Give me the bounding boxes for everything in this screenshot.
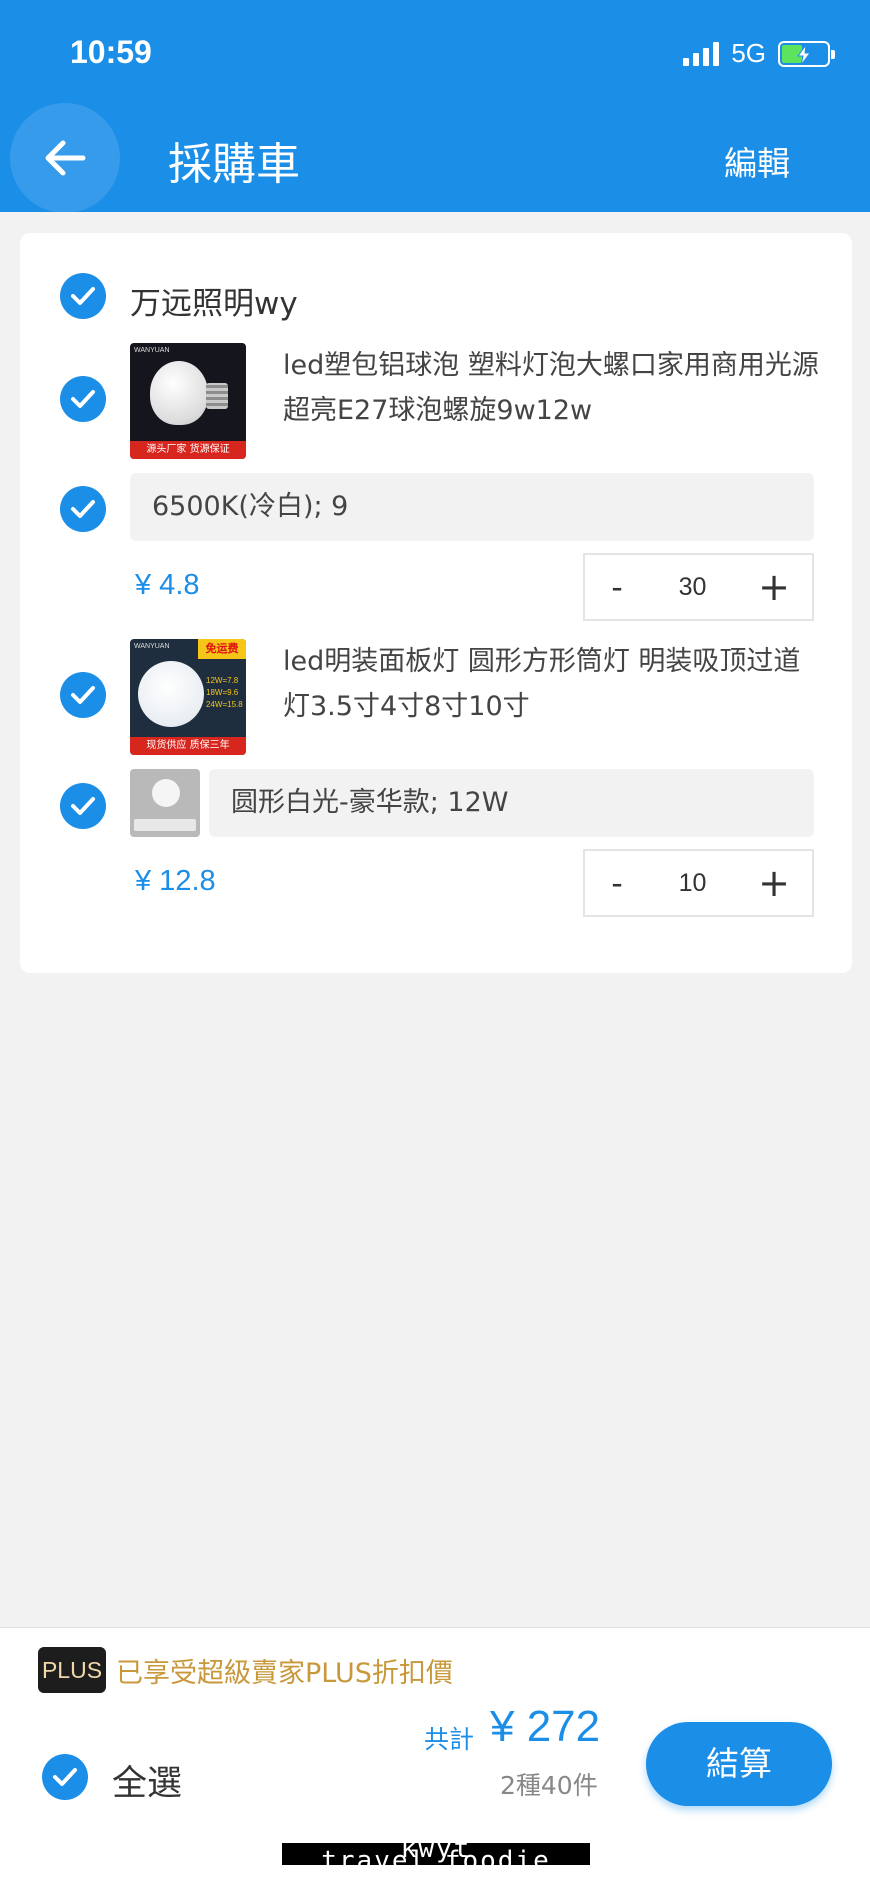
checkmark-icon [71,390,95,408]
product-thumbnail[interactable]: WANYUAN 源头厂家 货源保证 [130,343,246,459]
select-all-checkbox[interactable] [42,1754,88,1800]
variant-checkbox[interactable] [60,486,106,532]
thumbnail-brand: WANYUAN [134,347,170,354]
product-price: ¥ 4.8 [135,569,200,601]
checkmark-icon [53,1768,77,1786]
battery-icon [778,40,835,67]
variant-strip-image [134,819,196,831]
total-label: 共計 [424,1725,475,1754]
bulb-image [150,361,208,425]
product-thumbnail[interactable]: WANYUAN 免运费 12W=7.8 18W=9.6 24W=15.8 现货供… [130,639,246,755]
product-price: ¥ 12.8 [135,865,216,897]
page-title: 採購車 [168,139,300,190]
product-title[interactable]: led塑包铝球泡 塑料灯泡大螺口家用商用光源超亮E27球泡螺旋9w12w [283,343,823,433]
bulb-base-image [206,383,228,409]
product-title[interactable]: led明装面板灯 圆形方形筒灯 明装吸顶过道灯3.5寸4寸8寸10寸 [283,639,823,729]
select-all-label[interactable]: 全選 [112,1755,182,1806]
arrow-left-icon [45,140,86,176]
panel-light-image [152,779,180,807]
increase-button[interactable]: + [736,861,812,905]
watermark: kwyt travel.foodie [282,1843,590,1865]
variant-selector[interactable]: 圆形白光-豪华款; 12W [209,769,814,837]
edit-button[interactable]: 編輯 [724,137,790,185]
quantity-stepper: - 30 + [583,553,814,621]
thumbnail-brand: WANYUAN [134,643,170,650]
status-indicators: 5G [683,38,835,69]
thumbnail-ribbon: 现货供应 质保三年 [130,737,246,755]
thumbnail-promo: 免运费 [198,639,246,659]
plus-discount-text: 已享受超級賣家PLUS折扣價 [116,1658,453,1689]
checkmark-icon [71,797,95,815]
quantity-stepper: - 10 + [583,849,814,917]
plus-badge: PLUS [38,1647,106,1693]
thumbnail-specs: 12W=7.8 18W=9.6 24W=15.8 [206,676,243,709]
variant-checkbox[interactable] [60,783,106,829]
total-count: 2種40件 [500,1771,598,1800]
shop-checkbox[interactable] [60,273,106,319]
signal-icon [683,41,720,66]
thumbnail-ribbon: 源头厂家 货源保证 [130,441,246,459]
total-amount: ¥ 272 [490,1702,601,1751]
back-button[interactable] [10,103,120,213]
increase-button[interactable]: + [736,565,812,609]
decrease-button[interactable]: - [585,864,649,902]
product-checkbox[interactable] [60,376,106,422]
quantity-value[interactable]: 30 [649,573,736,602]
checkmark-icon [71,686,95,704]
status-time: 10:59 [70,34,152,70]
shop-name[interactable]: 万远照明wy [130,278,298,323]
variant-thumbnail[interactable] [130,769,200,837]
product-checkbox[interactable] [60,672,106,718]
checkmark-icon [71,500,95,518]
quantity-value[interactable]: 10 [649,869,736,898]
network-label: 5G [731,38,766,68]
checkout-button[interactable]: 結算 [646,1722,832,1806]
checkmark-icon [71,287,95,305]
variant-selector[interactable]: 6500K(冷白); 9 [130,473,814,541]
panel-light-image [138,661,204,727]
decrease-button[interactable]: - [585,568,649,606]
